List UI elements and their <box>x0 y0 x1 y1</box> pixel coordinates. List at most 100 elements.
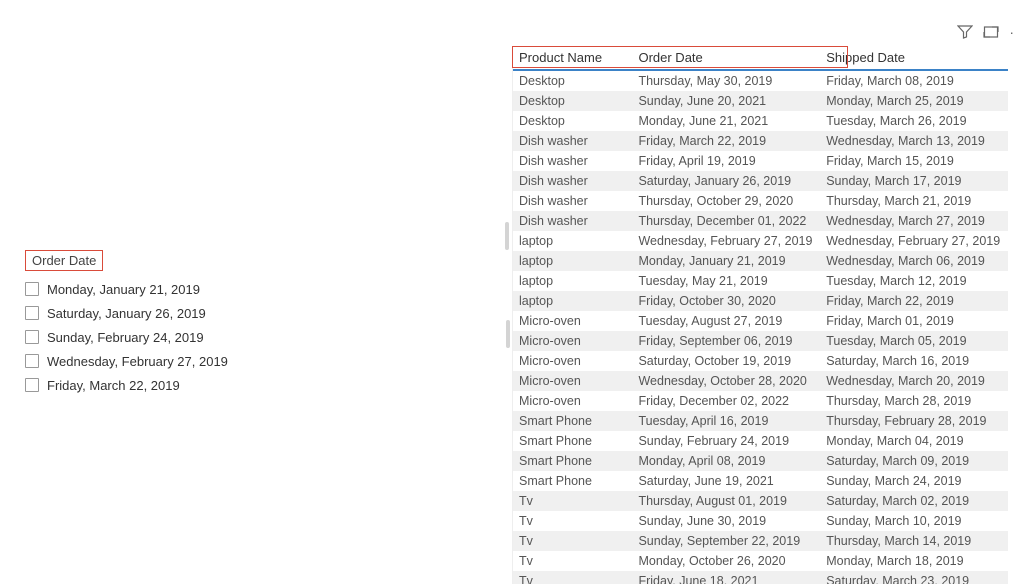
col-shipped-date[interactable]: Shipped Date <box>820 46 1008 70</box>
table-row[interactable]: Micro-ovenWednesday, October 28, 2020Wed… <box>513 371 1008 391</box>
col-order-date[interactable]: Order Date <box>632 46 820 70</box>
table-row[interactable]: Smart PhoneSunday, February 24, 2019Mond… <box>513 431 1008 451</box>
table-cell: Monday, March 25, 2019 <box>820 91 1008 111</box>
table-cell: Thursday, May 30, 2019 <box>632 70 820 91</box>
table-cell: Sunday, February 24, 2019 <box>632 431 820 451</box>
table-cell: Smart Phone <box>513 451 632 471</box>
table-row[interactable]: Smart PhoneMonday, April 08, 2019Saturda… <box>513 451 1008 471</box>
table-cell: Tuesday, April 16, 2019 <box>632 411 820 431</box>
slicer-item-label: Friday, March 22, 2019 <box>47 378 180 393</box>
table-cell: Saturday, March 02, 2019 <box>820 491 1008 511</box>
slicer-item[interactable]: Monday, January 21, 2019 <box>25 277 285 301</box>
table-cell: Dish washer <box>513 191 632 211</box>
col-product-name[interactable]: Product Name <box>513 46 632 70</box>
table-row[interactable]: DesktopMonday, June 21, 2021Tuesday, Mar… <box>513 111 1008 131</box>
slicer-item[interactable]: Sunday, February 24, 2019 <box>25 325 285 349</box>
table-row[interactable]: DesktopThursday, May 30, 2019Friday, Mar… <box>513 70 1008 91</box>
table-row[interactable]: DesktopSunday, June 20, 2021Monday, Marc… <box>513 91 1008 111</box>
table-cell: Desktop <box>513 91 632 111</box>
slicer-title: Order Date <box>25 250 103 271</box>
table-cell: Micro-oven <box>513 351 632 371</box>
table-cell: Monday, June 21, 2021 <box>632 111 820 131</box>
table-cell: Desktop <box>513 111 632 131</box>
table-cell: Dish washer <box>513 131 632 151</box>
filter-icon[interactable] <box>957 24 973 43</box>
table-cell: Friday, March 22, 2019 <box>632 131 820 151</box>
table-cell: Sunday, June 30, 2019 <box>632 511 820 531</box>
table-cell: Friday, June 18, 2021 <box>632 571 820 584</box>
table-cell: Friday, December 02, 2022 <box>632 391 820 411</box>
table-cell: Thursday, October 29, 2020 <box>632 191 820 211</box>
slicer-item[interactable]: Wednesday, February 27, 2019 <box>25 349 285 373</box>
table-row[interactable]: TvFriday, June 18, 2021Saturday, March 2… <box>513 571 1008 584</box>
table-cell: Friday, March 22, 2019 <box>820 291 1008 311</box>
table-row[interactable]: Dish washerFriday, April 19, 2019Friday,… <box>513 151 1008 171</box>
table-cell: Friday, March 15, 2019 <box>820 151 1008 171</box>
table-row[interactable]: TvMonday, October 26, 2020Monday, March … <box>513 551 1008 571</box>
slicer-item-label: Wednesday, February 27, 2019 <box>47 354 228 369</box>
checkbox-icon[interactable] <box>25 354 39 368</box>
table-cell: laptop <box>513 271 632 291</box>
table-row[interactable]: Micro-ovenTuesday, August 27, 2019Friday… <box>513 311 1008 331</box>
table-cell: Monday, March 04, 2019 <box>820 431 1008 451</box>
more-icon[interactable]: · <box>1009 24 1014 43</box>
focus-mode-icon[interactable] <box>983 24 999 43</box>
table-row[interactable]: laptopFriday, October 30, 2020Friday, Ma… <box>513 291 1008 311</box>
table-row[interactable]: Smart PhoneTuesday, April 16, 2019Thursd… <box>513 411 1008 431</box>
slicer-item[interactable]: Friday, March 22, 2019 <box>25 373 285 397</box>
table-cell: Smart Phone <box>513 411 632 431</box>
table-cell: Sunday, March 17, 2019 <box>820 171 1008 191</box>
slicer-item-label: Sunday, February 24, 2019 <box>47 330 204 345</box>
table-cell: Micro-oven <box>513 391 632 411</box>
table-cell: Thursday, March 21, 2019 <box>820 191 1008 211</box>
table-row[interactable]: Micro-ovenFriday, September 06, 2019Tues… <box>513 331 1008 351</box>
table-cell: Tv <box>513 531 632 551</box>
table-cell: Micro-oven <box>513 331 632 351</box>
table-cell: Sunday, March 10, 2019 <box>820 511 1008 531</box>
table-cell: Tv <box>513 491 632 511</box>
checkbox-icon[interactable] <box>25 282 39 296</box>
table-row[interactable]: TvSunday, June 30, 2019Sunday, March 10,… <box>513 511 1008 531</box>
table-row[interactable]: laptopTuesday, May 21, 2019Tuesday, Marc… <box>513 271 1008 291</box>
table-cell: Thursday, March 28, 2019 <box>820 391 1008 411</box>
table-cell: Tuesday, August 27, 2019 <box>632 311 820 331</box>
table-row[interactable]: TvSunday, September 22, 2019Thursday, Ma… <box>513 531 1008 551</box>
table-cell: Sunday, September 22, 2019 <box>632 531 820 551</box>
table-cell: Tuesday, March 12, 2019 <box>820 271 1008 291</box>
table-cell: Wednesday, March 27, 2019 <box>820 211 1008 231</box>
table-cell: Friday, March 01, 2019 <box>820 311 1008 331</box>
table-row[interactable]: TvThursday, August 01, 2019Saturday, Mar… <box>513 491 1008 511</box>
table-row[interactable]: laptopWednesday, February 27, 2019Wednes… <box>513 231 1008 251</box>
table-row[interactable]: Micro-ovenFriday, December 02, 2022Thurs… <box>513 391 1008 411</box>
resize-handle-left[interactable] <box>505 222 509 250</box>
table-row[interactable]: Micro-ovenSaturday, October 19, 2019Satu… <box>513 351 1008 371</box>
table-cell: Dish washer <box>513 151 632 171</box>
checkbox-icon[interactable] <box>25 378 39 392</box>
table-cell: Wednesday, March 20, 2019 <box>820 371 1008 391</box>
slicer-item[interactable]: Saturday, January 26, 2019 <box>25 301 285 325</box>
table-cell: Dish washer <box>513 171 632 191</box>
table-row[interactable]: Smart PhoneSaturday, June 19, 2021Sunday… <box>513 471 1008 491</box>
table-cell: Saturday, June 19, 2021 <box>632 471 820 491</box>
table-row[interactable]: Dish washerThursday, December 01, 2022We… <box>513 211 1008 231</box>
table-cell: Micro-oven <box>513 311 632 331</box>
resize-handle-mid[interactable] <box>506 320 510 348</box>
table-cell: Saturday, March 23, 2019 <box>820 571 1008 584</box>
table-cell: Sunday, March 24, 2019 <box>820 471 1008 491</box>
table-cell: Saturday, March 16, 2019 <box>820 351 1008 371</box>
table-cell: Thursday, March 14, 2019 <box>820 531 1008 551</box>
checkbox-icon[interactable] <box>25 306 39 320</box>
table-cell: Monday, January 21, 2019 <box>632 251 820 271</box>
table-cell: Friday, September 06, 2019 <box>632 331 820 351</box>
table-cell: Saturday, January 26, 2019 <box>632 171 820 191</box>
table-cell: laptop <box>513 231 632 251</box>
checkbox-icon[interactable] <box>25 330 39 344</box>
table-cell: laptop <box>513 251 632 271</box>
table-row[interactable]: Dish washerFriday, March 22, 2019Wednesd… <box>513 131 1008 151</box>
table-row[interactable]: Dish washerSaturday, January 26, 2019Sun… <box>513 171 1008 191</box>
table-row[interactable]: Dish washerThursday, October 29, 2020Thu… <box>513 191 1008 211</box>
table-cell: Tv <box>513 551 632 571</box>
table-row[interactable]: laptopMonday, January 21, 2019Wednesday,… <box>513 251 1008 271</box>
slicer-item-label: Saturday, January 26, 2019 <box>47 306 206 321</box>
table-header-row: Product Name Order Date Shipped Date <box>513 46 1008 70</box>
